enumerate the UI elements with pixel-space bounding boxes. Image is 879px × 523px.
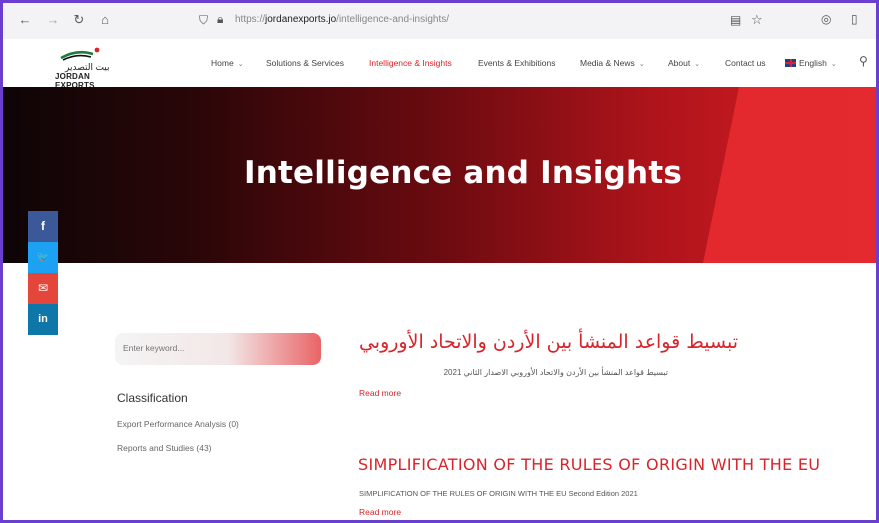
window-frame: ← → ↻ ⌂ ⛉ 🔒︎ https://jordanexports.jo/in… bbox=[0, 0, 879, 523]
logo-mark-icon bbox=[60, 47, 100, 61]
nav-label: About bbox=[668, 58, 691, 68]
classification-item-reports-studies[interactable]: Reports and Studies (43) bbox=[117, 443, 212, 453]
url-text[interactable]: https://jordanexports.jo/intelligence-an… bbox=[235, 14, 449, 25]
nav-label: Contact us bbox=[725, 58, 766, 68]
reload-icon[interactable]: ↻ bbox=[71, 12, 87, 28]
page-title: Intelligence and Insights bbox=[244, 155, 682, 191]
pocket-icon[interactable]: ◎ bbox=[821, 12, 831, 26]
nav-label: Solutions & Services bbox=[266, 58, 344, 68]
read-more-link[interactable]: Read more bbox=[359, 507, 401, 517]
article-title[interactable]: SIMPLIFICATION OF THE RULES OF ORIGIN WI… bbox=[358, 455, 820, 474]
nav-label: Events & Exhibitions bbox=[478, 58, 556, 68]
facebook-icon: f bbox=[41, 219, 45, 233]
read-more-link[interactable]: Read more bbox=[359, 388, 401, 398]
uk-flag-icon bbox=[785, 59, 796, 67]
linkedin-share-button[interactable]: in bbox=[28, 304, 58, 335]
chevron-down-icon: ⌄ bbox=[830, 61, 837, 68]
site-logo[interactable]: بيت التصدير JORDAN EXPORTS bbox=[51, 45, 131, 90]
search-icon[interactable]: ⚲ bbox=[859, 54, 868, 68]
nav-label: Home bbox=[211, 58, 234, 68]
keyword-search-box bbox=[115, 333, 321, 365]
email-share-button[interactable]: ✉ bbox=[28, 273, 58, 304]
twitter-icon: 🐦 bbox=[36, 252, 50, 263]
classification-item-export-performance[interactable]: Export Performance Analysis (0) bbox=[117, 419, 239, 429]
url-domain: jordanexports.jo bbox=[265, 14, 337, 25]
keyword-search-input[interactable] bbox=[123, 343, 303, 353]
chevron-down-icon: ⌄ bbox=[694, 61, 701, 68]
nav-label: Intelligence & Insights bbox=[369, 58, 452, 68]
url-path: /intelligence-and-insights/ bbox=[336, 14, 450, 25]
browser-toolbar: ← → ↻ ⌂ ⛉ 🔒︎ https://jordanexports.jo/in… bbox=[3, 3, 876, 39]
nav-contact-us[interactable]: Contact us bbox=[725, 58, 766, 68]
nav-label: Media & News bbox=[580, 58, 635, 68]
hero-banner: Intelligence and Insights bbox=[3, 87, 876, 263]
bookmark-star-icon[interactable]: ☆ bbox=[751, 12, 763, 28]
address-bar[interactable]: ⛉ 🔒︎ https://jordanexports.jo/intelligen… bbox=[195, 9, 785, 33]
article-excerpt: SIMPLIFICATION OF THE RULES OF ORIGIN WI… bbox=[359, 489, 638, 498]
sidebar-toggle-icon[interactable]: ▯ bbox=[851, 12, 858, 26]
site-header: بيت التصدير JORDAN EXPORTS Home ⌄ Solutio… bbox=[3, 39, 876, 90]
back-icon[interactable]: ← bbox=[17, 12, 33, 28]
facebook-share-button[interactable]: f bbox=[28, 211, 58, 242]
forward-icon[interactable]: → bbox=[45, 12, 61, 28]
article-title[interactable]: تبسيط قواعد المنشأ بين الأردن والاتحاد ا… bbox=[358, 331, 738, 353]
linkedin-icon: in bbox=[38, 313, 48, 325]
twitter-share-button[interactable]: 🐦 bbox=[28, 242, 58, 273]
lock-icon[interactable]: 🔒︎ bbox=[217, 12, 223, 27]
chevron-down-icon: ⌄ bbox=[638, 61, 645, 68]
email-icon: ✉ bbox=[37, 281, 49, 295]
reader-view-icon[interactable]: ▤ bbox=[730, 13, 741, 27]
nav-language[interactable]: English ⌄ bbox=[785, 58, 837, 68]
article-excerpt: تبسيط قواعد المنشأ بين الأردن والاتحاد ا… bbox=[443, 368, 668, 377]
url-prefix: https:// bbox=[235, 14, 266, 25]
chevron-down-icon: ⌄ bbox=[237, 61, 244, 68]
nav-solutions-services[interactable]: Solutions & Services bbox=[266, 58, 344, 68]
nav-intelligence-insights[interactable]: Intelligence & Insights bbox=[369, 58, 452, 68]
nav-about[interactable]: About ⌄ bbox=[668, 58, 700, 68]
home-icon[interactable]: ⌂ bbox=[97, 12, 113, 28]
tracking-shield-icon[interactable]: ⛉ bbox=[199, 13, 208, 28]
nav-home[interactable]: Home ⌄ bbox=[211, 58, 244, 68]
classification-heading: Classification bbox=[117, 391, 188, 405]
nav-events-exhibitions[interactable]: Events & Exhibitions bbox=[478, 58, 555, 68]
nav-label: English bbox=[799, 58, 827, 68]
nav-media-news[interactable]: Media & News ⌄ bbox=[580, 58, 645, 68]
